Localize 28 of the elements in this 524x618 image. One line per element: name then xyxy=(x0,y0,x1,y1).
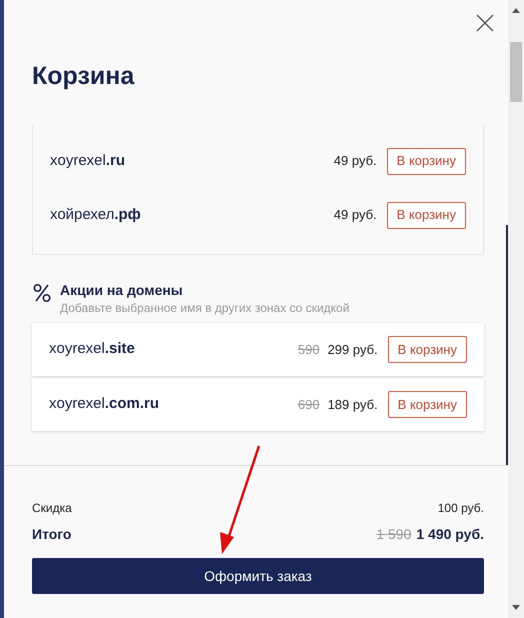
price: 189 руб. xyxy=(328,396,378,414)
close-icon[interactable] xyxy=(474,12,496,34)
discount-value: 100 руб. xyxy=(438,500,484,517)
old-price: 690 xyxy=(298,396,320,414)
total-value: 1 490 руб. xyxy=(416,524,484,544)
price: 49 руб. xyxy=(334,206,377,224)
percent-icon xyxy=(32,283,52,303)
promo-title: Акции на домены xyxy=(60,281,184,299)
add-to-cart-button[interactable]: В корзину xyxy=(386,148,466,174)
cart-title: Корзина xyxy=(32,61,136,92)
domain-name: xoyrexel.ru xyxy=(50,150,126,171)
scroll-down-icon[interactable] xyxy=(512,605,520,610)
old-total: 1 590 xyxy=(376,524,412,544)
domain-name: хойрехел.рф xyxy=(50,204,141,225)
price: 49 руб. xyxy=(334,152,377,170)
add-to-cart-button[interactable]: В корзину xyxy=(388,391,467,418)
domain-name: xoyrexel.site xyxy=(49,339,135,360)
add-to-cart-button[interactable]: В корзину xyxy=(386,202,466,228)
checkout-button[interactable]: Оформить заказ xyxy=(32,558,484,594)
promo-subtitle: Добавьте выбранное имя в других зонах со скидкой xyxy=(60,300,350,317)
domain-name: xoyrexel.com.ru xyxy=(49,394,160,414)
scrollbar-thumb[interactable] xyxy=(510,42,522,102)
price: 299 руб. xyxy=(328,340,378,359)
old-price: 590 xyxy=(298,340,320,359)
discount-label: Скидка xyxy=(32,500,72,517)
scroll-up-icon[interactable] xyxy=(512,8,520,13)
total-label: Итого xyxy=(32,524,72,544)
add-to-cart-button[interactable]: В корзину xyxy=(388,336,467,363)
